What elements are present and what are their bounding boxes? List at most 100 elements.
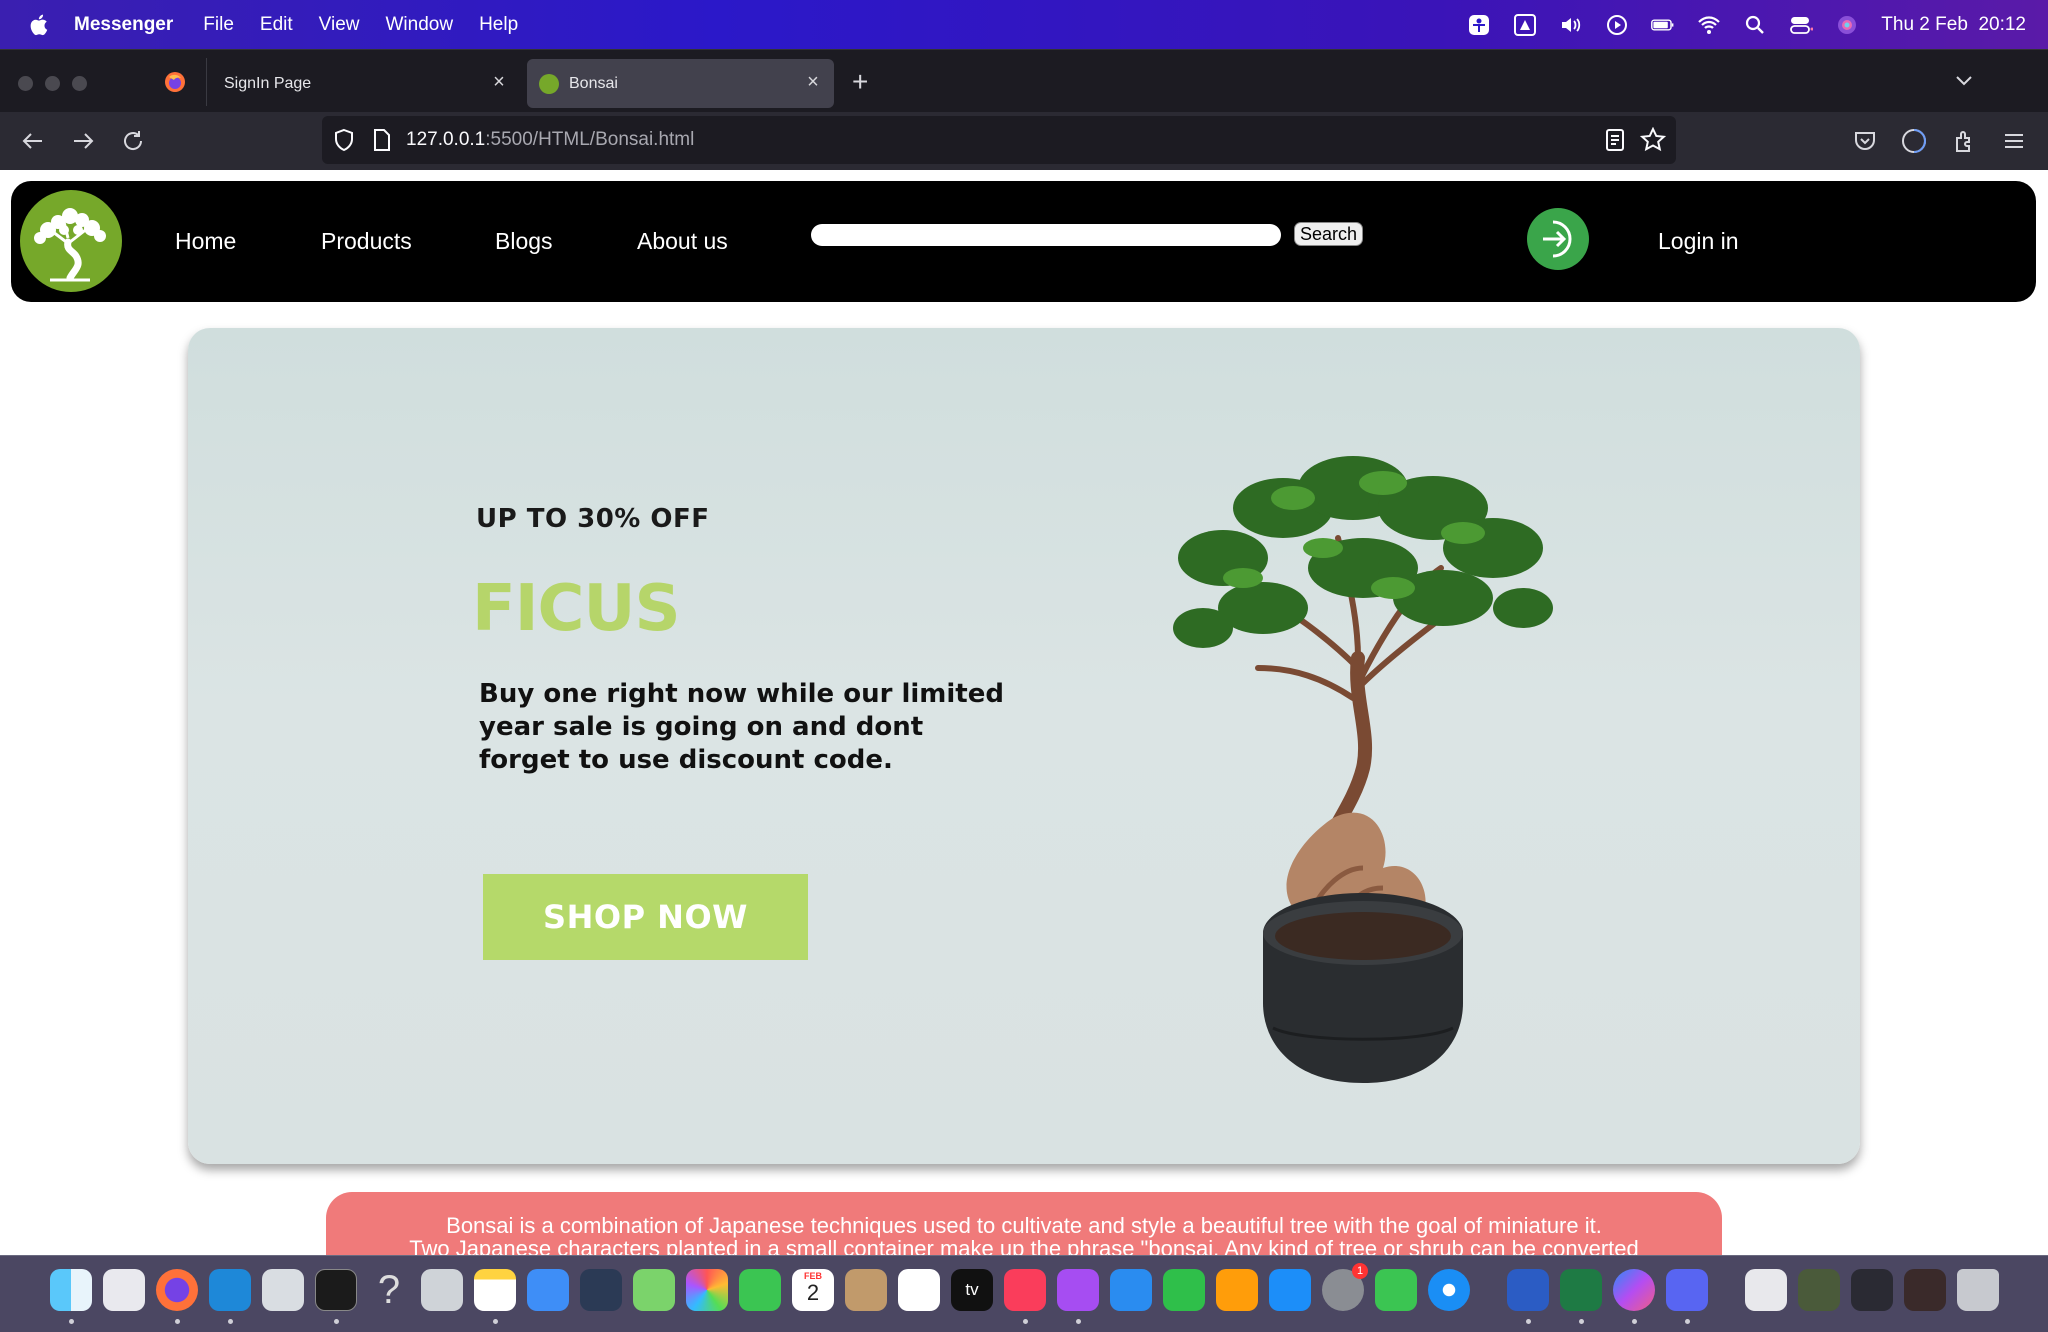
numbers-icon[interactable]	[1163, 1269, 1205, 1311]
forward-icon[interactable]	[70, 128, 96, 154]
spotlight-search-icon[interactable]	[1743, 14, 1767, 36]
url-bar[interactable]: 127.0.0.1:5500/HTML/Bonsai.html	[322, 116, 1676, 164]
drive-icon[interactable]	[1513, 13, 1537, 36]
settings-alt-icon[interactable]	[421, 1269, 463, 1311]
running-indicator	[1632, 1319, 1637, 1324]
messenger-icon[interactable]	[1613, 1269, 1655, 1311]
reload-icon[interactable]	[120, 128, 146, 154]
accessibility-icon[interactable]	[1467, 14, 1491, 36]
app-name-menu[interactable]: Messenger	[74, 14, 173, 36]
pigeon-icon[interactable]	[262, 1269, 304, 1311]
bonsai-tree-icon	[34, 208, 106, 282]
search-input[interactable]	[811, 224, 1281, 246]
podcasts-icon[interactable]	[1057, 1269, 1099, 1311]
trash-icon[interactable]	[1957, 1269, 1999, 1311]
reminders-icon[interactable]	[898, 1269, 940, 1311]
apple-icon[interactable]	[28, 12, 52, 38]
discord-icon[interactable]	[1666, 1269, 1708, 1311]
keynote-icon[interactable]	[1110, 1269, 1152, 1311]
launchpad-icon[interactable]	[103, 1269, 145, 1311]
pocket-icon[interactable]	[1852, 128, 1878, 154]
close-window-button[interactable]	[18, 76, 33, 91]
new-tab-icon[interactable]: +	[852, 66, 868, 98]
bonsai-logo[interactable]	[20, 190, 122, 292]
minimize-window-button[interactable]	[45, 76, 60, 91]
calendar-icon[interactable]: FEB 2	[792, 1269, 834, 1311]
login-arrow-icon	[1543, 220, 1572, 258]
maps-icon[interactable]	[633, 1269, 675, 1311]
wifi-icon[interactable]	[1697, 14, 1721, 36]
finder-icon[interactable]	[50, 1269, 92, 1311]
window-menu[interactable]: Window	[386, 14, 454, 36]
file-menu[interactable]: File	[203, 14, 234, 36]
running-indicator	[175, 1319, 180, 1324]
hamburger-menu-icon[interactable]	[2001, 128, 2027, 154]
window2-icon[interactable]	[1904, 1269, 1946, 1311]
back-icon[interactable]	[20, 128, 46, 154]
bookmark-star-icon[interactable]	[1639, 126, 1667, 153]
zoom-window-button[interactable]	[72, 76, 87, 91]
firefox-icon[interactable]	[156, 1269, 198, 1311]
tracking-shield-icon[interactable]	[332, 128, 356, 152]
preview-icon[interactable]	[1745, 1269, 1787, 1311]
menubar-clock[interactable]: Thu 2 Feb 20:12	[1881, 14, 2026, 36]
site-navbar: Home Products Blogs About us Search Logi…	[11, 181, 2036, 302]
running-indicator	[1579, 1319, 1584, 1324]
vscode-icon[interactable]	[209, 1269, 251, 1311]
list-all-tabs-icon[interactable]	[1954, 70, 1974, 90]
nav-blogs-link[interactable]: Blogs	[495, 228, 553, 255]
bonsai-favicon-icon	[539, 73, 559, 94]
excel-icon[interactable]	[1560, 1269, 1602, 1311]
control-center-icon[interactable]	[1789, 14, 1814, 36]
music-icon[interactable]	[1004, 1269, 1046, 1311]
appletv-label: tv	[965, 1280, 979, 1299]
system-settings-icon[interactable]: 1	[1322, 1263, 1368, 1311]
nav-products-link[interactable]: Products	[321, 228, 412, 255]
reader-view-icon[interactable]	[1604, 128, 1626, 152]
page-info-icon[interactable]	[372, 128, 392, 152]
play-icon[interactable]	[1605, 14, 1629, 36]
screenshot-icon[interactable]	[1798, 1269, 1840, 1311]
running-indicator	[1076, 1319, 1081, 1324]
messages-icon[interactable]	[1375, 1269, 1417, 1311]
login-icon-button[interactable]	[1527, 208, 1589, 270]
photos-icon[interactable]	[686, 1269, 728, 1311]
help-menu[interactable]: Help	[479, 14, 518, 36]
promo-text: UP TO 30% OFF	[476, 504, 710, 534]
edit-menu[interactable]: Edit	[260, 14, 293, 36]
netbeans-icon[interactable]	[580, 1269, 622, 1311]
notes-icon[interactable]	[474, 1269, 516, 1311]
tab-signin-page[interactable]: SignIn Page ×	[208, 59, 520, 108]
browser-toolbar: 127.0.0.1:5500/HTML/Bonsai.html	[0, 112, 2048, 170]
login-link[interactable]: Login in	[1658, 228, 1739, 255]
macos-menubar: Messenger File Edit View Window Help Thu…	[0, 0, 2048, 49]
url-host: 127.0.0.1	[406, 129, 486, 150]
safari-icon[interactable]	[1428, 1269, 1470, 1311]
battery-icon[interactable]	[1651, 14, 1675, 36]
close-tab-icon[interactable]: ×	[490, 72, 508, 92]
extensions-icon[interactable]	[1952, 128, 1978, 154]
help-icon[interactable]: ?	[368, 1269, 410, 1311]
facetime-icon[interactable]	[739, 1269, 781, 1311]
shop-now-button[interactable]: SHOP NOW	[483, 874, 808, 960]
firefox-view-icon[interactable]	[164, 71, 186, 93]
contacts-icon[interactable]	[845, 1269, 887, 1311]
ficus-bonsai-image	[1173, 456, 1553, 1083]
volume-icon[interactable]	[1559, 14, 1583, 36]
window-icon[interactable]	[1851, 1269, 1893, 1311]
nav-about-link[interactable]: About us	[637, 228, 728, 255]
appletv-icon[interactable]: tv	[951, 1269, 993, 1311]
view-menu[interactable]: View	[319, 14, 360, 36]
pages-icon[interactable]	[1216, 1269, 1258, 1311]
siri-icon[interactable]	[1835, 14, 1859, 36]
close-tab-icon[interactable]: ×	[804, 72, 822, 92]
account-icon[interactable]	[1901, 128, 1927, 154]
terminal-icon[interactable]	[315, 1269, 357, 1311]
tab-bonsai[interactable]: Bonsai ×	[527, 59, 834, 108]
search-button[interactable]: Search	[1294, 222, 1364, 246]
url-path: :5500/HTML/Bonsai.html	[485, 129, 695, 150]
mail-icon[interactable]	[527, 1269, 569, 1311]
appstore-icon[interactable]	[1269, 1269, 1311, 1311]
word-icon[interactable]	[1507, 1269, 1549, 1311]
nav-home-link[interactable]: Home	[175, 228, 236, 255]
